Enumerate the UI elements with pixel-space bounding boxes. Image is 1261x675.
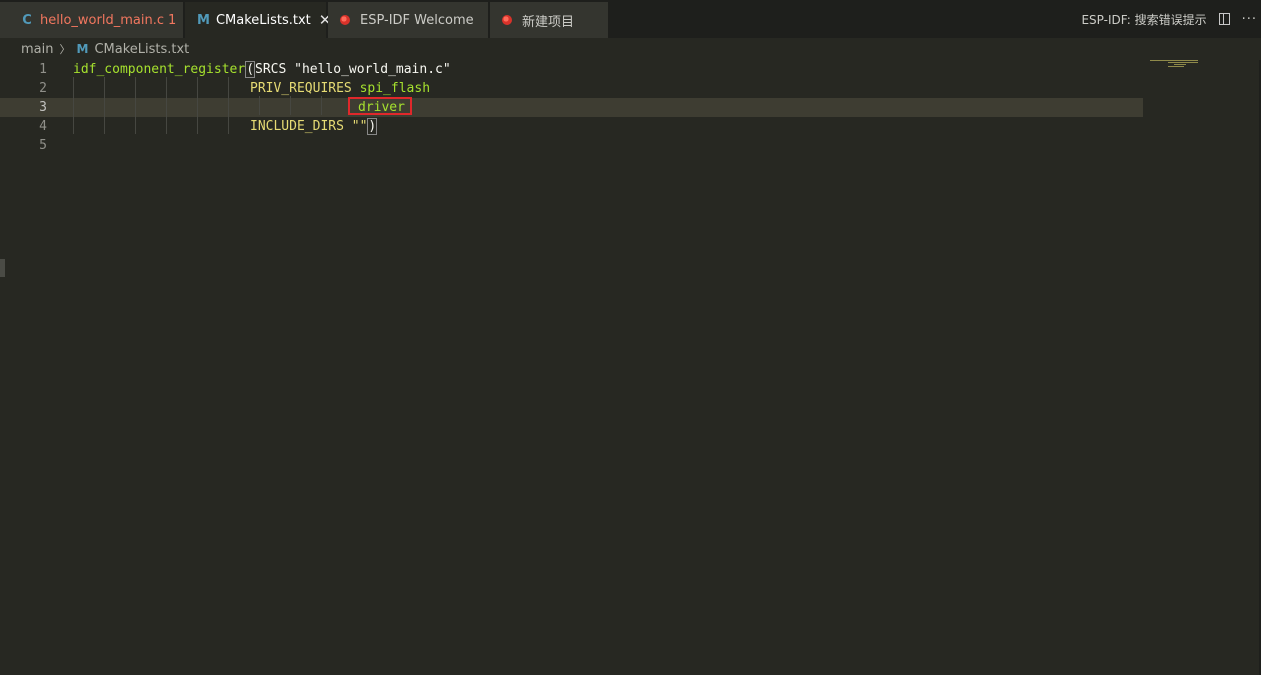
line-number: 5 xyxy=(39,138,47,153)
problem-count-badge: 1 xyxy=(167,12,177,28)
indent-guide xyxy=(259,96,260,115)
code-line-current[interactable]: 3 driver xyxy=(0,98,1143,117)
espressif-icon xyxy=(502,15,512,25)
tab-label: ESP-IDF Welcome xyxy=(360,12,474,28)
tab-esp-idf-welcome[interactable]: ESP-IDF Welcome xyxy=(328,2,488,38)
tab-cmakelists[interactable]: M CMakeLists.txt ✕ xyxy=(185,2,331,38)
more-actions-icon[interactable]: ··· xyxy=(1242,12,1257,27)
scroll-indicator xyxy=(0,259,5,277)
code-line[interactable]: 4 INCLUDE_DIRS "") xyxy=(0,117,1143,136)
indent-guide xyxy=(104,77,105,134)
breadcrumb-folder[interactable]: main xyxy=(21,42,53,57)
cmake-file-icon: M xyxy=(197,12,210,28)
tab-hello-world-main[interactable]: C hello_world_main.c 1 xyxy=(0,2,183,38)
code-text: PRIV_REQUIRES spi_flash xyxy=(250,81,431,96)
line-number: 1 xyxy=(39,62,47,77)
tab-new-project[interactable]: 新建项目 xyxy=(490,2,608,38)
tab-label: hello_world_main.c xyxy=(40,12,164,28)
indent-guide xyxy=(197,77,198,134)
tab-label: CMakeLists.txt xyxy=(215,12,311,28)
breadcrumb-file[interactable]: CMakeLists.txt xyxy=(94,42,189,57)
cmake-file-icon: M xyxy=(76,42,89,56)
indent-guide xyxy=(228,77,229,134)
code-editor[interactable]: 1 idf_component_register(SRCS "hello_wor… xyxy=(0,60,1261,675)
code-text: INCLUDE_DIRS "") xyxy=(250,118,378,135)
indent-guide xyxy=(321,96,322,115)
espressif-icon xyxy=(340,15,350,25)
line-number: 3 xyxy=(39,100,47,115)
chevron-right-icon: 〉 xyxy=(59,43,71,56)
indent-guide xyxy=(166,77,167,134)
split-editor-icon[interactable] xyxy=(1218,13,1230,25)
minimap[interactable] xyxy=(1150,60,1198,68)
tab-label: 新建项目 xyxy=(522,14,575,30)
line-number: 2 xyxy=(39,81,47,96)
line-number: 4 xyxy=(39,119,47,134)
esp-idf-search-error-hint-button[interactable]: ESP-IDF: 搜索错误提示 xyxy=(1081,11,1206,28)
code-line[interactable]: 2 PRIV_REQUIRES spi_flash xyxy=(0,79,1143,98)
indent-guide xyxy=(290,96,291,115)
tab-bar: C hello_world_main.c 1 M CMakeLists.txt … xyxy=(0,0,1261,38)
indent-guide xyxy=(135,77,136,134)
code-line[interactable]: 1 idf_component_register(SRCS "hello_wor… xyxy=(0,60,1143,79)
editor-actions: ESP-IDF: 搜索错误提示 ··· xyxy=(1081,0,1261,38)
breadcrumb: main 〉 M CMakeLists.txt xyxy=(0,38,1261,60)
indent-guide xyxy=(73,77,74,134)
code-text: idf_component_register(SRCS "hello_world… xyxy=(73,61,451,78)
annotation-highlight-box xyxy=(348,97,412,115)
code-line[interactable]: 5 xyxy=(0,136,1143,155)
c-file-icon: C xyxy=(22,12,32,28)
